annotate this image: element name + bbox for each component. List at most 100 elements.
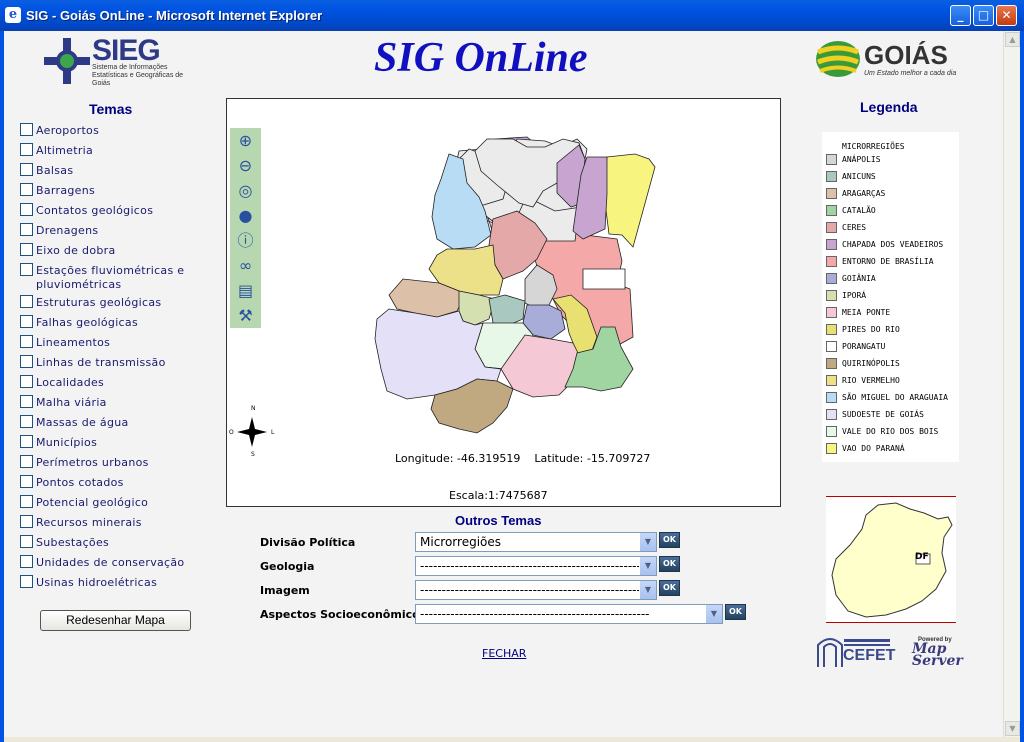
- tema-checkbox[interactable]: [20, 555, 33, 568]
- tema-checkbox[interactable]: [20, 223, 33, 236]
- region-aragarcas: [388, 278, 464, 318]
- tema-checkbox[interactable]: [20, 475, 33, 488]
- aspectos-select[interactable]: ----------------------------------------…: [415, 604, 723, 624]
- legend-label: ANÁPOLIS: [842, 155, 881, 164]
- tema-label: Localidades: [36, 376, 105, 389]
- map-panel[interactable]: ⊕ ⊖ ◎ ● ⓘ ∞ ▤ ⚒ N S L O Longitude: -46.3…: [226, 98, 781, 507]
- region-norte: [448, 148, 524, 234]
- chevron-down-icon[interactable]: ▼: [705, 605, 722, 623]
- compass-rose: [237, 417, 267, 447]
- maximize-button[interactable]: □: [973, 5, 994, 26]
- tema-checkbox[interactable]: [20, 315, 33, 328]
- hammer-icon[interactable]: ⚒: [230, 303, 261, 328]
- tema-checkbox[interactable]: [20, 415, 33, 428]
- geologia-select[interactable]: ----------------------------------------…: [415, 556, 657, 576]
- tema-label: Drenagens: [36, 224, 99, 237]
- legend-swatch: [826, 392, 837, 403]
- tema-label: Potencial geológico: [36, 496, 149, 509]
- region-goiania: [522, 304, 566, 340]
- region-vale-do-rio-dos-bois: [474, 322, 534, 370]
- legend-swatch: [826, 409, 837, 420]
- zoom-in-icon[interactable]: ⊕: [230, 128, 261, 153]
- legend-swatch: [826, 154, 837, 165]
- tema-checkbox[interactable]: [20, 515, 33, 528]
- status-bar: [4, 737, 1020, 742]
- print-icon[interactable]: ▤: [230, 278, 261, 303]
- tema-checkbox[interactable]: [20, 183, 33, 196]
- legend-swatch: [826, 324, 837, 335]
- legend-label: ANICUNS: [842, 172, 876, 181]
- select-value: ----------------------------------------…: [420, 607, 650, 621]
- close-button[interactable]: ✕: [996, 5, 1017, 26]
- scroll-down-icon[interactable]: ▼: [1005, 721, 1020, 736]
- tema-checkbox[interactable]: [20, 203, 33, 216]
- legend-label: SUDOESTE DE GOIÁS: [842, 410, 924, 419]
- legend-label: PIRES DO RIO: [842, 325, 900, 334]
- geologia-ok-button[interactable]: OK: [659, 556, 680, 572]
- legend-swatch: [826, 256, 837, 267]
- legend-label: MEIA PONTE: [842, 308, 891, 317]
- region-norte-goiano: [508, 138, 588, 212]
- tema-checkbox[interactable]: [20, 335, 33, 348]
- tema-checkbox[interactable]: [20, 243, 33, 256]
- sieg-logo: SIEG Sistema de Informações Estatísticas…: [42, 34, 202, 87]
- binoculars-icon[interactable]: ∞: [230, 253, 261, 278]
- imagem-ok-button[interactable]: OK: [659, 580, 680, 596]
- fechar-link[interactable]: FECHAR: [482, 647, 526, 660]
- tema-checkbox[interactable]: [20, 375, 33, 388]
- legend-swatch: [826, 358, 837, 369]
- tema-label: Usinas hidroelétricas: [36, 576, 158, 589]
- compass-o: O: [229, 429, 234, 436]
- tema-checkbox[interactable]: [20, 535, 33, 548]
- region-entorno-de-brasilia: [512, 203, 634, 350]
- tema-checkbox[interactable]: [20, 455, 33, 468]
- legend-swatch: [826, 273, 837, 284]
- tema-checkbox[interactable]: [20, 143, 33, 156]
- tema-label: Barragens: [36, 184, 96, 197]
- longitude-value: -46.319519: [456, 452, 521, 465]
- tema-checkbox[interactable]: [20, 495, 33, 508]
- tema-checkbox[interactable]: [20, 575, 33, 588]
- imagem-select[interactable]: ----------------------------------------…: [415, 580, 657, 600]
- legend-label: VALE DO RIO DOS BOIS: [842, 427, 939, 436]
- tema-checkbox[interactable]: [20, 395, 33, 408]
- aspectos-ok-button[interactable]: OK: [725, 604, 746, 620]
- tema-checkbox[interactable]: [20, 295, 33, 308]
- region-meia-ponte: [500, 334, 580, 398]
- zoom-out-icon[interactable]: ⊖: [230, 153, 261, 178]
- legend-swatch: [826, 341, 837, 352]
- legend-header: MICRORREGIÕES: [842, 142, 905, 151]
- minimize-button[interactable]: _: [950, 5, 971, 26]
- scroll-up-icon[interactable]: ▲: [1005, 32, 1020, 47]
- redraw-map-button[interactable]: Redesenhar Mapa: [40, 610, 191, 631]
- legend-swatch: [826, 290, 837, 301]
- info-icon[interactable]: ⓘ: [230, 228, 261, 253]
- region-porangatu: [496, 150, 586, 242]
- chevron-down-icon[interactable]: ▼: [639, 533, 656, 551]
- region-chapada-dos-veadeiros: [476, 136, 558, 230]
- globe-icon[interactable]: ●: [230, 203, 261, 228]
- legend-label: QUIRINÓPOLIS: [842, 359, 900, 368]
- tema-label: Subestações: [36, 536, 110, 549]
- cefet-logo: CEFET: [816, 631, 895, 669]
- vertical-scrollbar[interactable]: ▲ ▼: [1003, 31, 1020, 737]
- pan-icon[interactable]: ◎: [230, 178, 261, 203]
- legend-panel: MICRORREGIÕES ANÁPOLIS ANICUNS ARAGARÇAS CA…: [822, 132, 959, 462]
- divisao-politica-ok-button[interactable]: OK: [659, 532, 680, 548]
- region-ipora: [458, 290, 496, 326]
- latitude-value: -15.709727: [586, 452, 651, 465]
- chevron-down-icon[interactable]: ▼: [639, 581, 656, 599]
- divisao-politica-select[interactable]: Microrregiões ▼: [415, 532, 657, 552]
- tema-checkbox[interactable]: [20, 263, 33, 276]
- legend-title: Legenda: [860, 99, 918, 115]
- tema-checkbox[interactable]: [20, 435, 33, 448]
- imagem-label: Imagem: [260, 584, 310, 597]
- ie-icon: e: [5, 7, 21, 23]
- df-label: DF: [915, 552, 929, 562]
- tema-checkbox[interactable]: [20, 123, 33, 136]
- chevron-down-icon[interactable]: ▼: [639, 557, 656, 575]
- aspectos-label: Aspectos Socioeconômicos: [260, 608, 427, 621]
- tema-checkbox[interactable]: [20, 163, 33, 176]
- tema-checkbox[interactable]: [20, 355, 33, 368]
- goias-outline: [831, 502, 953, 618]
